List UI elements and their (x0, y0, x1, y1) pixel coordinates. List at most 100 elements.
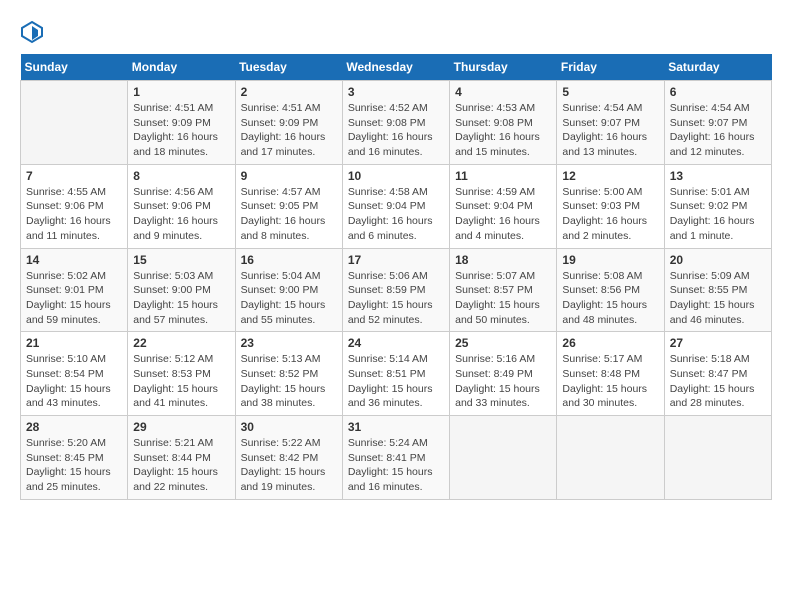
day-info: Sunrise: 5:14 AMSunset: 8:51 PMDaylight:… (348, 352, 444, 411)
day-number: 27 (670, 336, 766, 350)
day-info: Sunrise: 5:10 AMSunset: 8:54 PMDaylight:… (26, 352, 122, 411)
calendar-cell (664, 416, 771, 500)
day-number: 18 (455, 253, 551, 267)
day-info: Sunrise: 5:22 AMSunset: 8:42 PMDaylight:… (241, 436, 337, 495)
weekday-header-saturday: Saturday (664, 54, 771, 81)
day-info: Sunrise: 5:06 AMSunset: 8:59 PMDaylight:… (348, 269, 444, 328)
calendar-cell: 11 Sunrise: 4:59 AMSunset: 9:04 PMDayligh… (450, 164, 557, 248)
calendar-cell: 6 Sunrise: 4:54 AMSunset: 9:07 PMDaylight… (664, 81, 771, 165)
day-number: 7 (26, 169, 122, 183)
day-number: 15 (133, 253, 229, 267)
weekday-header-friday: Friday (557, 54, 664, 81)
weekday-header-wednesday: Wednesday (342, 54, 449, 81)
day-number: 28 (26, 420, 122, 434)
calendar-cell: 16 Sunrise: 5:04 AMSunset: 9:00 PMDayligh… (235, 248, 342, 332)
calendar-cell (557, 416, 664, 500)
day-number: 5 (562, 85, 658, 99)
weekday-header-sunday: Sunday (21, 54, 128, 81)
calendar-cell: 12Sunrise: 5:00 AMSunset: 9:03 PMDayligh… (557, 164, 664, 248)
day-number: 22 (133, 336, 229, 350)
day-number: 13 (670, 169, 766, 183)
calendar-cell: 4 Sunrise: 4:53 AMSunset: 9:08 PMDaylight… (450, 81, 557, 165)
calendar-cell: 15Sunrise: 5:03 AMSunset: 9:00 PMDayligh… (128, 248, 235, 332)
calendar-table: SundayMondayTuesdayWednesdayThursdayFrid… (20, 54, 772, 500)
day-number: 31 (348, 420, 444, 434)
calendar-cell: 22 Sunrise: 5:12 AMSunset: 8:53 PMDayligh… (128, 332, 235, 416)
day-number: 4 (455, 85, 551, 99)
day-number: 11 (455, 169, 551, 183)
day-number: 25 (455, 336, 551, 350)
logo-icon (20, 20, 44, 44)
calendar-cell: 18 Sunrise: 5:07 AMSunset: 8:57 PMDayligh… (450, 248, 557, 332)
day-number: 19 (562, 253, 658, 267)
day-number: 20 (670, 253, 766, 267)
day-info: Sunrise: 4:52 AMSunset: 9:08 PMDaylight:… (348, 101, 444, 160)
day-number: 10 (348, 169, 444, 183)
day-info: Sunrise: 5:17 AMSunset: 8:48 PMDaylight:… (562, 352, 658, 411)
calendar-cell: 10Sunrise: 4:58 AMSunset: 9:04 PMDayligh… (342, 164, 449, 248)
day-info: Sunrise: 5:04 AMSunset: 9:00 PMDaylight:… (241, 269, 337, 328)
day-number: 21 (26, 336, 122, 350)
day-info: Sunrise: 4:51 AMSunset: 9:09 PMDaylight:… (241, 101, 337, 160)
week-row-1: 1 Sunrise: 4:51 AMSunset: 9:09 PMDaylight… (21, 81, 772, 165)
day-info: Sunrise: 4:59 AMSunset: 9:04 PMDaylight:… (455, 185, 551, 244)
week-row-4: 21 Sunrise: 5:10 AMSunset: 8:54 PMDayligh… (21, 332, 772, 416)
calendar-cell: 14Sunrise: 5:02 AMSunset: 9:01 PMDayligh… (21, 248, 128, 332)
day-number: 24 (348, 336, 444, 350)
calendar-cell: 25 Sunrise: 5:16 AMSunset: 8:49 PMDayligh… (450, 332, 557, 416)
day-info: Sunrise: 4:56 AMSunset: 9:06 PMDaylight:… (133, 185, 229, 244)
calendar-cell (21, 81, 128, 165)
day-info: Sunrise: 5:01 AMSunset: 9:02 PMDaylight:… (670, 185, 766, 244)
day-info: Sunrise: 4:53 AMSunset: 9:08 PMDaylight:… (455, 101, 551, 160)
calendar-cell: 24 Sunrise: 5:14 AMSunset: 8:51 PMDayligh… (342, 332, 449, 416)
day-info: Sunrise: 5:16 AMSunset: 8:49 PMDaylight:… (455, 352, 551, 411)
calendar-cell: 7 Sunrise: 4:55 AMSunset: 9:06 PMDaylight… (21, 164, 128, 248)
calendar-cell: 3 Sunrise: 4:52 AMSunset: 9:08 PMDaylight… (342, 81, 449, 165)
day-number: 1 (133, 85, 229, 99)
week-row-3: 14Sunrise: 5:02 AMSunset: 9:01 PMDayligh… (21, 248, 772, 332)
day-number: 6 (670, 85, 766, 99)
day-number: 26 (562, 336, 658, 350)
week-row-2: 7 Sunrise: 4:55 AMSunset: 9:06 PMDaylight… (21, 164, 772, 248)
day-info: Sunrise: 5:09 AMSunset: 8:55 PMDaylight:… (670, 269, 766, 328)
weekday-header-row: SundayMondayTuesdayWednesdayThursdayFrid… (21, 54, 772, 81)
page-header (20, 20, 772, 44)
weekday-header-monday: Monday (128, 54, 235, 81)
day-number: 17 (348, 253, 444, 267)
day-number: 14 (26, 253, 122, 267)
calendar-cell: 20 Sunrise: 5:09 AMSunset: 8:55 PMDayligh… (664, 248, 771, 332)
day-info: Sunrise: 4:55 AMSunset: 9:06 PMDaylight:… (26, 185, 122, 244)
weekday-header-thursday: Thursday (450, 54, 557, 81)
day-number: 23 (241, 336, 337, 350)
day-info: Sunrise: 5:12 AMSunset: 8:53 PMDaylight:… (133, 352, 229, 411)
calendar-cell (450, 416, 557, 500)
calendar-cell: 29 Sunrise: 5:21 AMSunset: 8:44 PMDayligh… (128, 416, 235, 500)
day-number: 16 (241, 253, 337, 267)
calendar-cell: 31Sunrise: 5:24 AMSunset: 8:41 PMDayligh… (342, 416, 449, 500)
calendar-cell: 13 Sunrise: 5:01 AMSunset: 9:02 PMDayligh… (664, 164, 771, 248)
day-info: Sunrise: 5:08 AMSunset: 8:56 PMDaylight:… (562, 269, 658, 328)
calendar-cell: 1 Sunrise: 4:51 AMSunset: 9:09 PMDaylight… (128, 81, 235, 165)
day-info: Sunrise: 4:51 AMSunset: 9:09 PMDaylight:… (133, 101, 229, 160)
calendar-cell: 26 Sunrise: 5:17 AMSunset: 8:48 PMDayligh… (557, 332, 664, 416)
calendar-cell: 5 Sunrise: 4:54 AMSunset: 9:07 PMDaylight… (557, 81, 664, 165)
day-number: 29 (133, 420, 229, 434)
day-info: Sunrise: 5:18 AMSunset: 8:47 PMDaylight:… (670, 352, 766, 411)
day-info: Sunrise: 5:21 AMSunset: 8:44 PMDaylight:… (133, 436, 229, 495)
day-number: 8 (133, 169, 229, 183)
calendar-cell: 30Sunrise: 5:22 AMSunset: 8:42 PMDayligh… (235, 416, 342, 500)
day-number: 3 (348, 85, 444, 99)
day-number: 2 (241, 85, 337, 99)
day-info: Sunrise: 4:57 AMSunset: 9:05 PMDaylight:… (241, 185, 337, 244)
calendar-cell: 27 Sunrise: 5:18 AMSunset: 8:47 PMDayligh… (664, 332, 771, 416)
day-info: Sunrise: 4:54 AMSunset: 9:07 PMDaylight:… (562, 101, 658, 160)
week-row-5: 28Sunrise: 5:20 AMSunset: 8:45 PMDayligh… (21, 416, 772, 500)
day-number: 12 (562, 169, 658, 183)
calendar-cell: 17 Sunrise: 5:06 AMSunset: 8:59 PMDayligh… (342, 248, 449, 332)
calendar-cell: 19 Sunrise: 5:08 AMSunset: 8:56 PMDayligh… (557, 248, 664, 332)
calendar-cell: 21 Sunrise: 5:10 AMSunset: 8:54 PMDayligh… (21, 332, 128, 416)
calendar-cell: 23Sunrise: 5:13 AMSunset: 8:52 PMDayligh… (235, 332, 342, 416)
day-info: Sunrise: 5:07 AMSunset: 8:57 PMDaylight:… (455, 269, 551, 328)
weekday-header-tuesday: Tuesday (235, 54, 342, 81)
day-info: Sunrise: 4:54 AMSunset: 9:07 PMDaylight:… (670, 101, 766, 160)
